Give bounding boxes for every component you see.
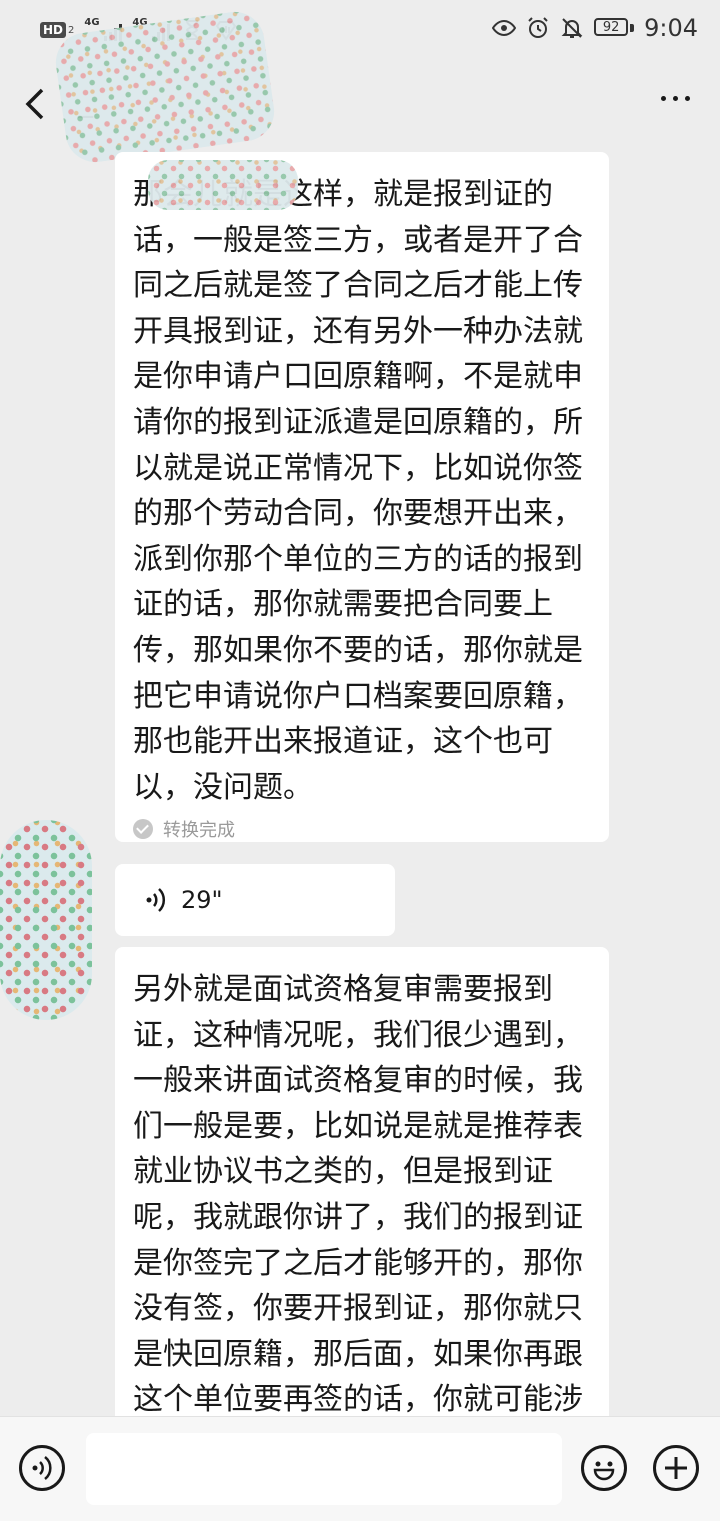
hd-sim-number: 2 bbox=[68, 24, 75, 36]
input-bar bbox=[0, 1416, 720, 1521]
voice-mode-icon[interactable] bbox=[19, 1445, 65, 1491]
message-text-2: 另外就是面试资格复审需要报到证，这种情况呢，我们很少遇到，一般来讲面试资格复审的… bbox=[133, 972, 583, 1416]
plus-icon[interactable] bbox=[653, 1445, 699, 1491]
clock: 9:04 bbox=[644, 14, 698, 42]
check-icon bbox=[133, 819, 153, 840]
message-text: 那会儿就是这样，就是报到证的话，一般是签三方，或者是开了合同之后就是签了合同之后… bbox=[133, 177, 583, 805]
hd-badge: HD 2 bbox=[40, 22, 74, 38]
battery-icon: 92 bbox=[594, 18, 635, 38]
more-icon[interactable] bbox=[661, 96, 690, 101]
message-bubble-transcribed-2[interactable]: 另外就是面试资格复审需要报到证，这种情况呢，我们很少遇到，一般来讲面试资格复审的… bbox=[115, 947, 609, 1416]
text-privacy-mask bbox=[148, 160, 298, 210]
alarm-icon bbox=[528, 17, 548, 38]
message-bubble-transcribed[interactable]: 那会儿就是这样，就是报到证的话，一般是签三方，或者是开了合同之后就是签了合同之后… bbox=[115, 152, 609, 842]
hd-label: HD bbox=[40, 22, 67, 38]
mute-bell-icon bbox=[561, 18, 583, 38]
voice-duration: 29" bbox=[181, 886, 223, 914]
contact-avatar[interactable] bbox=[0, 820, 92, 1020]
network-type-1: 4G bbox=[84, 17, 100, 28]
eye-icon bbox=[492, 19, 517, 37]
voice-message-bubble[interactable]: 29" bbox=[115, 864, 395, 936]
transcription-status-label: 转换完成 bbox=[163, 820, 235, 842]
transcription-status: 转换完成 bbox=[115, 816, 609, 842]
voice-wave-icon bbox=[146, 888, 166, 912]
message-input[interactable] bbox=[86, 1433, 562, 1505]
battery-level: 92 bbox=[602, 19, 620, 35]
back-icon[interactable] bbox=[20, 84, 50, 124]
emoji-icon[interactable] bbox=[581, 1445, 627, 1491]
